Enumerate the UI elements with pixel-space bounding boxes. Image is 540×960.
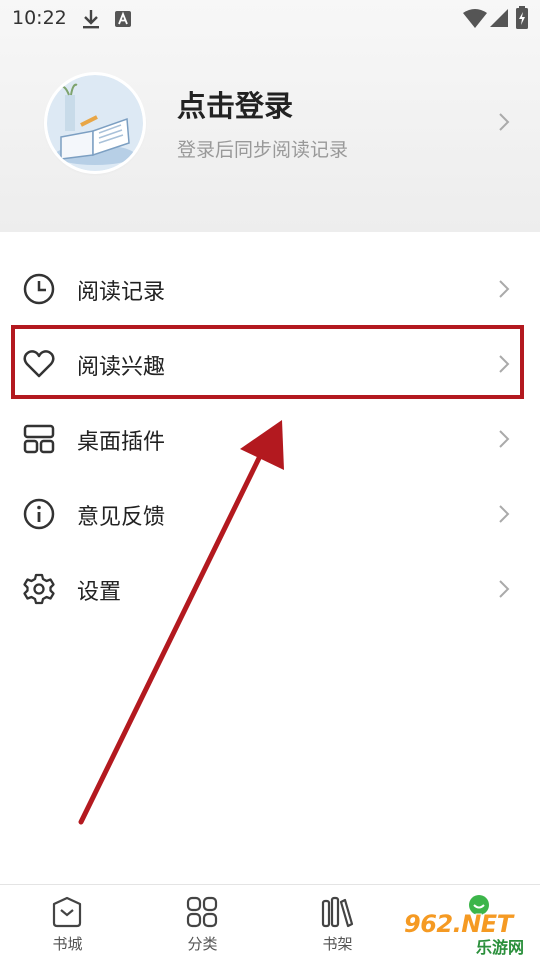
- annotation-arrow: [78, 420, 284, 825]
- nav-tab-bookshelf[interactable]: 书架: [270, 885, 405, 960]
- book-store-icon: [52, 896, 82, 928]
- nav-tab-label: 书城: [52, 935, 83, 953]
- nav-tab-label: 分类: [187, 935, 218, 953]
- bookshelf-icon: [321, 896, 354, 928]
- nav-tab-label: 书架: [322, 935, 353, 953]
- nav-tab-bookstore[interactable]: 书城: [0, 885, 135, 960]
- watermark-subtitle: 乐游网: [476, 938, 525, 957]
- category-grid-icon: [186, 896, 218, 928]
- nav-tab-categories[interactable]: 分类: [135, 885, 270, 960]
- watermark-logo: 962.NET 乐游网: [398, 890, 538, 957]
